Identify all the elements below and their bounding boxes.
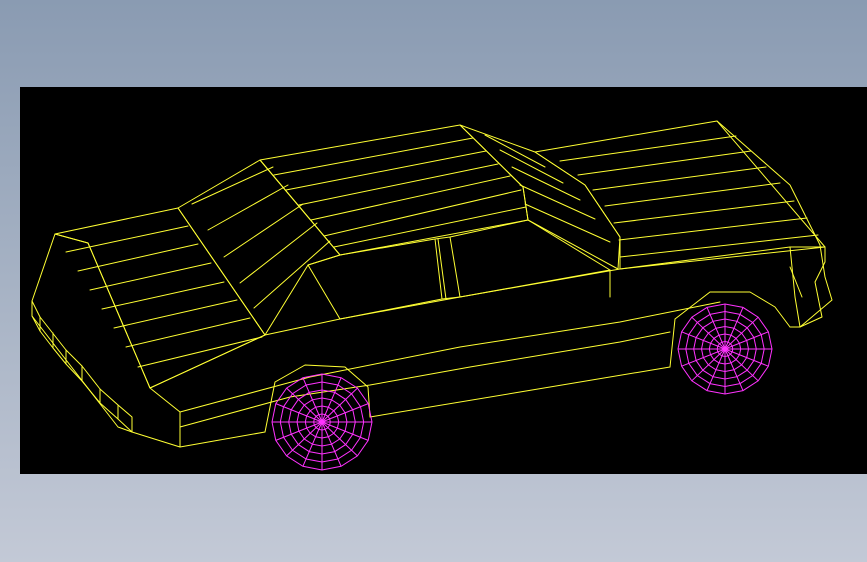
rear-wheel-spoke — [691, 316, 726, 350]
ws-1 — [484, 134, 546, 168]
hood-4 — [604, 182, 781, 207]
hood-7 — [619, 234, 819, 258]
beltline — [149, 246, 826, 389]
car-body-wireframe — [31, 120, 833, 448]
trunk-line-1 — [65, 225, 189, 253]
rear-wheel-spoke — [724, 348, 759, 382]
rwin-5 — [253, 240, 331, 309]
hood-1 — [559, 135, 737, 162]
pillar-line — [437, 238, 447, 300]
rwin-4 — [239, 222, 318, 284]
trunk-line-3 — [89, 262, 212, 291]
roof-5 — [323, 189, 522, 237]
ws-4 — [519, 184, 596, 220]
windshield — [459, 124, 621, 270]
front-wheel-arch — [669, 291, 791, 368]
front-wheel-spoke — [321, 387, 358, 423]
rear-wheel — [677, 303, 773, 395]
front-end — [716, 120, 833, 328]
trunk-rear-panel — [31, 233, 181, 448]
cad-viewport[interactable] — [20, 87, 867, 474]
trunk-lid — [54, 207, 266, 389]
trunk-line-2 — [77, 243, 199, 272]
hood-6 — [618, 217, 808, 241]
front-grille — [789, 266, 803, 298]
roof-3 — [298, 163, 499, 206]
trunk-line-7 — [137, 336, 263, 368]
car-wireframe-model — [31, 120, 833, 471]
rwin-1 — [191, 166, 274, 205]
roof-1 — [273, 137, 474, 176]
rear-wheel-spoke — [691, 348, 726, 382]
hood-5 — [613, 200, 795, 224]
side-window-rear — [307, 238, 443, 320]
rear-wheel-spoke — [724, 316, 759, 350]
trunk-line-5 — [113, 299, 238, 329]
side-upper — [179, 301, 721, 413]
hood-3 — [592, 166, 767, 191]
front-wheel-spoke — [321, 421, 358, 457]
rwin-3 — [223, 203, 304, 258]
rear-window — [177, 159, 341, 336]
hood — [534, 120, 826, 270]
ws-5 — [524, 203, 611, 243]
ws-3 — [511, 166, 581, 201]
roof-2 — [285, 150, 487, 191]
front-bumper — [799, 246, 826, 328]
front-wheel — [271, 373, 373, 471]
side-lower — [179, 431, 266, 448]
front-wheel-spoke — [286, 421, 323, 457]
roof-4 — [310, 175, 511, 221]
wheels — [271, 303, 773, 471]
ws-2 — [499, 149, 564, 184]
rocker — [369, 366, 671, 418]
trunk-line-6 — [125, 317, 251, 348]
trunk-line-4 — [101, 281, 225, 310]
